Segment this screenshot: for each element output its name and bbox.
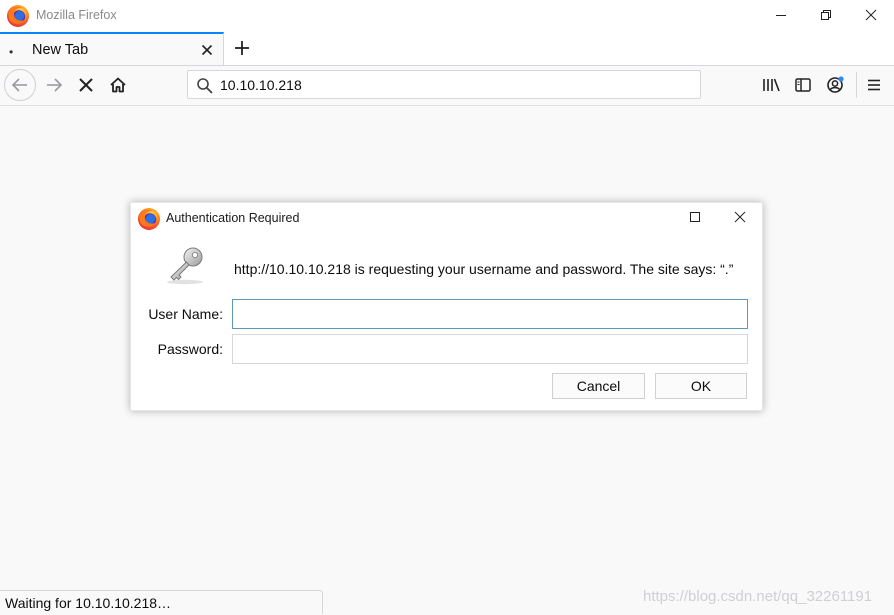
url-bar[interactable]: 10.10.10.218 <box>187 70 701 99</box>
title-bar: Mozilla Firefox <box>0 0 894 32</box>
dialog-maximize-icon[interactable] <box>689 211 701 223</box>
account-button[interactable] <box>824 74 846 96</box>
key-icon <box>167 247 203 285</box>
new-tab-button[interactable] <box>231 37 253 59</box>
back-arrow-icon <box>11 78 27 92</box>
search-icon <box>197 78 213 94</box>
stop-button[interactable] <box>75 74 97 96</box>
tab-strip: • New Tab <box>0 32 894 66</box>
tab-label: New Tab <box>32 42 89 58</box>
home-button[interactable] <box>107 74 129 96</box>
sidebar-icon <box>795 78 811 92</box>
dialog-title: Authentication Required <box>166 211 300 225</box>
navigation-toolbar: 10.10.10.218 <box>0 66 894 106</box>
toolbar-separator <box>856 72 857 98</box>
password-label: Password: <box>157 341 223 357</box>
window-title: Mozilla Firefox <box>36 8 117 22</box>
minimize-button[interactable] <box>758 0 804 30</box>
ok-button[interactable]: OK <box>655 373 747 399</box>
hamburger-menu-icon <box>868 79 880 91</box>
dialog-message: http://10.10.10.218 is requesting your u… <box>234 261 734 277</box>
sidebar-button[interactable] <box>792 74 814 96</box>
password-input[interactable] <box>232 334 748 364</box>
status-text: Waiting for 10.10.10.218… <box>5 595 172 611</box>
watermark-text: https://blog.csdn.net/qq_32261191 <box>643 588 873 605</box>
back-button[interactable] <box>4 69 36 101</box>
dialog-close-icon[interactable] <box>734 211 746 223</box>
tab-close-icon[interactable] <box>200 43 214 57</box>
username-label: User Name: <box>148 306 223 322</box>
library-icon <box>763 78 780 92</box>
cancel-button[interactable]: Cancel <box>552 373 645 399</box>
library-button[interactable] <box>760 74 782 96</box>
stop-icon <box>79 78 93 92</box>
minimize-icon <box>776 15 786 16</box>
home-icon <box>110 77 126 93</box>
open-menu-button[interactable] <box>863 74 885 96</box>
firefox-logo-icon <box>138 208 160 230</box>
tab-new-tab[interactable]: • New Tab <box>0 32 224 65</box>
authentication-dialog: Authentication Required http://10.10.10.… <box>130 202 763 411</box>
url-text[interactable]: 10.10.10.218 <box>220 77 302 93</box>
firefox-window: Mozilla Firefox • New Tab 10.10.10.218 A… <box>0 0 894 615</box>
close-icon <box>865 9 877 21</box>
account-icon <box>827 76 844 93</box>
forward-button[interactable] <box>43 74 65 96</box>
restore-icon <box>821 10 831 20</box>
username-input[interactable] <box>232 299 748 329</box>
tab-loading-indicator: • <box>9 45 14 59</box>
status-panel: Waiting for 10.10.10.218… <box>0 590 323 614</box>
forward-arrow-icon <box>47 78 63 92</box>
restore-button[interactable] <box>803 0 849 30</box>
firefox-logo-icon <box>7 5 29 27</box>
plus-icon <box>235 41 249 55</box>
close-window-button[interactable] <box>848 0 894 30</box>
